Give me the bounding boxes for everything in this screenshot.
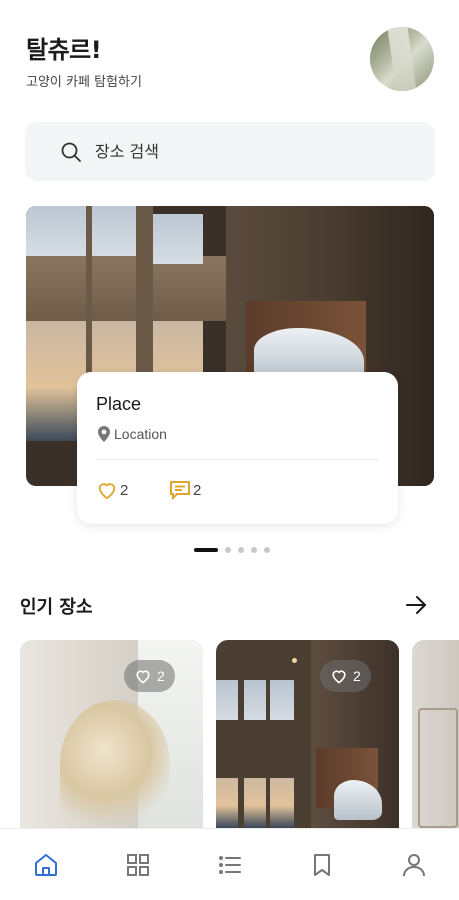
search-input[interactable] <box>95 142 395 161</box>
heart-icon <box>98 483 116 500</box>
carousel-dot[interactable] <box>251 547 257 553</box>
place-location-text: Location <box>114 426 167 442</box>
grid-icon[interactable] <box>124 851 152 879</box>
avatar[interactable] <box>370 27 434 91</box>
popular-place-card[interactable]: 2 <box>216 640 399 828</box>
arrow-right-icon[interactable] <box>403 592 429 618</box>
carousel-dot[interactable] <box>264 547 270 553</box>
comment-icon <box>170 481 190 500</box>
heart-icon <box>332 670 346 684</box>
home-icon[interactable] <box>32 851 60 879</box>
profile-icon[interactable] <box>400 851 428 879</box>
section-title-popular: 인기 장소 <box>20 597 93 618</box>
likes-count: 2 <box>120 481 129 499</box>
comments-stat[interactable]: 2 <box>169 480 201 500</box>
bottom-tab-bar <box>0 828 459 900</box>
place-location: Location <box>98 426 167 442</box>
popular-place-card[interactable] <box>412 640 459 828</box>
search-icon <box>61 142 81 162</box>
bookmark-icon[interactable] <box>308 851 336 879</box>
heart-icon <box>136 670 150 684</box>
app-title: 탈츄르! <box>26 36 102 64</box>
divider <box>96 459 379 460</box>
carousel-indicator <box>194 547 277 553</box>
likes-stat[interactable]: 2 <box>96 480 128 500</box>
app-subtitle: 고양이 카페 탐험하기 <box>26 75 142 90</box>
like-badge[interactable]: 2 <box>320 660 371 692</box>
like-count: 2 <box>353 668 361 684</box>
list-icon[interactable] <box>216 851 244 879</box>
featured-place-card[interactable]: Place Location 2 2 <box>77 372 398 524</box>
like-badge[interactable]: 2 <box>124 660 175 692</box>
popular-place-card[interactable]: 2 <box>20 640 203 828</box>
like-count: 2 <box>157 668 165 684</box>
carousel-dot[interactable] <box>225 547 231 553</box>
search-bar[interactable] <box>25 122 435 181</box>
place-name: Place <box>96 394 142 414</box>
carousel-dot[interactable] <box>194 548 218 552</box>
comments-count: 2 <box>193 481 202 499</box>
carousel-dot[interactable] <box>238 547 244 553</box>
header: 탈츄르! 고양이 카페 탐험하기 <box>26 30 142 90</box>
location-pin-icon <box>98 426 110 442</box>
